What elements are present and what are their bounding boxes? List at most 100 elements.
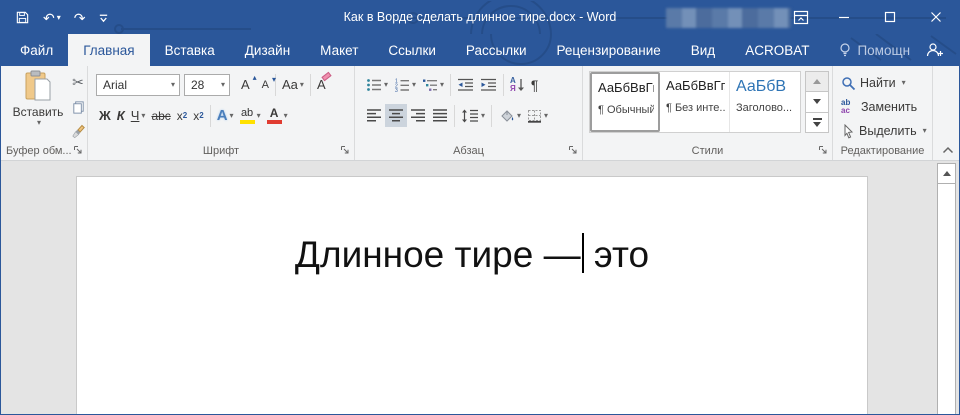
customize-quick-access-icon	[98, 12, 109, 24]
shrink-font-button[interactable]: A▾	[259, 73, 272, 96]
vertical-scrollbar[interactable]	[937, 163, 956, 415]
redo-icon: ↷	[74, 11, 86, 25]
format-painter-button[interactable]	[67, 122, 89, 142]
tab-review[interactable]: Рецензирование	[542, 34, 676, 66]
align-left-button[interactable]	[363, 104, 385, 127]
group-styles: АаБбВвГг, ¶ Обычный АаБбВвГг, ¶ Без инте…	[583, 66, 833, 160]
tab-insert[interactable]: Вставка	[150, 34, 230, 66]
customize-quick-access-button[interactable]	[98, 12, 109, 24]
borders-button[interactable]: ▾	[524, 104, 551, 127]
grow-font-button[interactable]: А▴	[238, 73, 253, 96]
paragraph-dialog-launcher[interactable]	[567, 144, 579, 156]
paste-button[interactable]: Вставить ▾	[9, 70, 67, 144]
paste-dropdown-caret[interactable]: ▾	[37, 119, 41, 127]
find-button[interactable]: Найти ▾	[841, 72, 906, 94]
styles-more-button[interactable]	[806, 113, 828, 132]
font-dialog-launcher[interactable]	[339, 144, 351, 156]
undo-dropdown-caret[interactable]: ▾	[57, 14, 61, 22]
align-center-button[interactable]	[385, 104, 407, 127]
highlight-button[interactable]: ab ▾	[237, 104, 264, 127]
underline-button[interactable]: Ч ▾	[128, 104, 149, 127]
save-button[interactable]	[15, 10, 30, 25]
font-name-value: Arial	[103, 78, 127, 92]
text-effects-glyph: А	[217, 107, 228, 124]
tab-layout[interactable]: Макет	[305, 34, 373, 66]
increase-indent-button[interactable]	[477, 73, 500, 96]
line-spacing-button[interactable]: ▾	[458, 104, 488, 127]
dialog-launcher-icon	[73, 145, 83, 155]
change-case-button[interactable]: Aa ▾	[279, 73, 307, 96]
replace-label: Заменить	[861, 100, 917, 114]
scroll-up-icon	[813, 79, 821, 84]
tell-me-assistant[interactable]: Помощн	[824, 34, 925, 66]
share-person-add-icon[interactable]	[925, 42, 945, 58]
tab-view[interactable]: Вид	[676, 34, 730, 66]
collapse-ribbon-button[interactable]	[939, 142, 957, 158]
minimize-button[interactable]	[821, 1, 867, 32]
document-page[interactable]: Длинное тире — это	[76, 176, 868, 415]
tab-home[interactable]: Главная	[68, 34, 149, 66]
style-card-no-spacing[interactable]: АаБбВвГг, ¶ Без инте...	[660, 72, 730, 132]
select-label: Выделить	[859, 124, 917, 138]
copy-button[interactable]	[67, 97, 89, 117]
paragraph-group-label: Абзац	[355, 145, 582, 157]
font-name-caret: ▾	[171, 81, 175, 89]
tab-design[interactable]: Дизайн	[230, 34, 305, 66]
bullets-button[interactable]: ▾	[363, 73, 391, 96]
find-caret: ▾	[902, 79, 906, 87]
bold-button[interactable]: Ж	[96, 104, 114, 127]
close-button[interactable]	[913, 1, 959, 32]
ribbon-display-options-button[interactable]	[787, 5, 815, 30]
clear-formatting-button[interactable]: А	[314, 73, 329, 96]
clipboard-dialog-launcher[interactable]	[72, 144, 84, 156]
dialog-launcher-icon	[568, 145, 578, 155]
multilevel-list-icon	[422, 78, 438, 92]
find-label: Найти	[860, 76, 896, 90]
save-icon	[15, 10, 30, 25]
select-button[interactable]: Выделить ▾	[841, 120, 927, 142]
superscript-button[interactable]: x2	[190, 104, 206, 127]
cut-button[interactable]: ✂	[67, 72, 89, 92]
styles-dialog-launcher[interactable]	[817, 144, 829, 156]
italic-button[interactable]: К	[114, 104, 128, 127]
tab-file[interactable]: Файл	[5, 34, 68, 66]
style-card-normal[interactable]: АаБбВвГг, ¶ Обычный	[590, 72, 660, 132]
align-left-icon	[366, 109, 382, 122]
font-color-button[interactable]: А ▾	[264, 104, 291, 127]
decrease-indent-icon	[457, 78, 474, 92]
styles-scroll-down-button[interactable]	[806, 92, 828, 112]
style-name: ¶ Без инте...	[666, 102, 725, 114]
minimize-icon	[838, 11, 850, 23]
redo-button[interactable]: ↷	[74, 11, 86, 25]
align-right-icon	[410, 109, 426, 122]
shrink-font-glyph: A	[262, 79, 269, 91]
numbering-button[interactable]: 1 2 3 ▾	[391, 73, 419, 96]
copy-icon	[71, 100, 86, 115]
style-card-heading1[interactable]: АаБбВ Заголово...	[730, 72, 800, 132]
undo-button[interactable]: ↶ ▾	[43, 11, 61, 25]
shading-button[interactable]: ▾	[495, 104, 524, 127]
text-effects-button[interactable]: А ▾	[214, 104, 237, 127]
styles-scroll-up-button[interactable]	[806, 72, 828, 92]
strikethrough-button[interactable]: abc	[148, 104, 173, 127]
ribbon-display-options-icon	[793, 10, 809, 25]
document-text[interactable]: Длинное тире — это	[77, 233, 867, 276]
tab-references[interactable]: Ссылки	[373, 34, 451, 66]
maximize-button[interactable]	[867, 1, 913, 32]
subscript-button[interactable]: x2	[174, 104, 190, 127]
font-size-combo[interactable]: 28 ▾	[184, 74, 230, 96]
tab-mailings[interactable]: Рассылки	[451, 34, 542, 66]
justify-button[interactable]	[429, 104, 451, 127]
numbering-icon: 1 2 3	[394, 78, 410, 92]
sort-button[interactable]: А Я	[507, 73, 528, 96]
replace-button[interactable]: ab ac Заменить	[841, 96, 917, 118]
tab-acrobat[interactable]: ACROBAT	[730, 34, 824, 66]
align-right-button[interactable]	[407, 104, 429, 127]
scrollbar-up-button[interactable]	[938, 164, 955, 184]
show-formatting-button[interactable]: ¶	[528, 73, 542, 96]
multilevel-list-button[interactable]: ▾	[419, 73, 447, 96]
change-case-caret: ▾	[300, 81, 304, 89]
scrollbar-thumb[interactable]	[938, 185, 955, 415]
decrease-indent-button[interactable]	[454, 73, 477, 96]
font-name-combo[interactable]: Arial ▾	[96, 74, 180, 96]
